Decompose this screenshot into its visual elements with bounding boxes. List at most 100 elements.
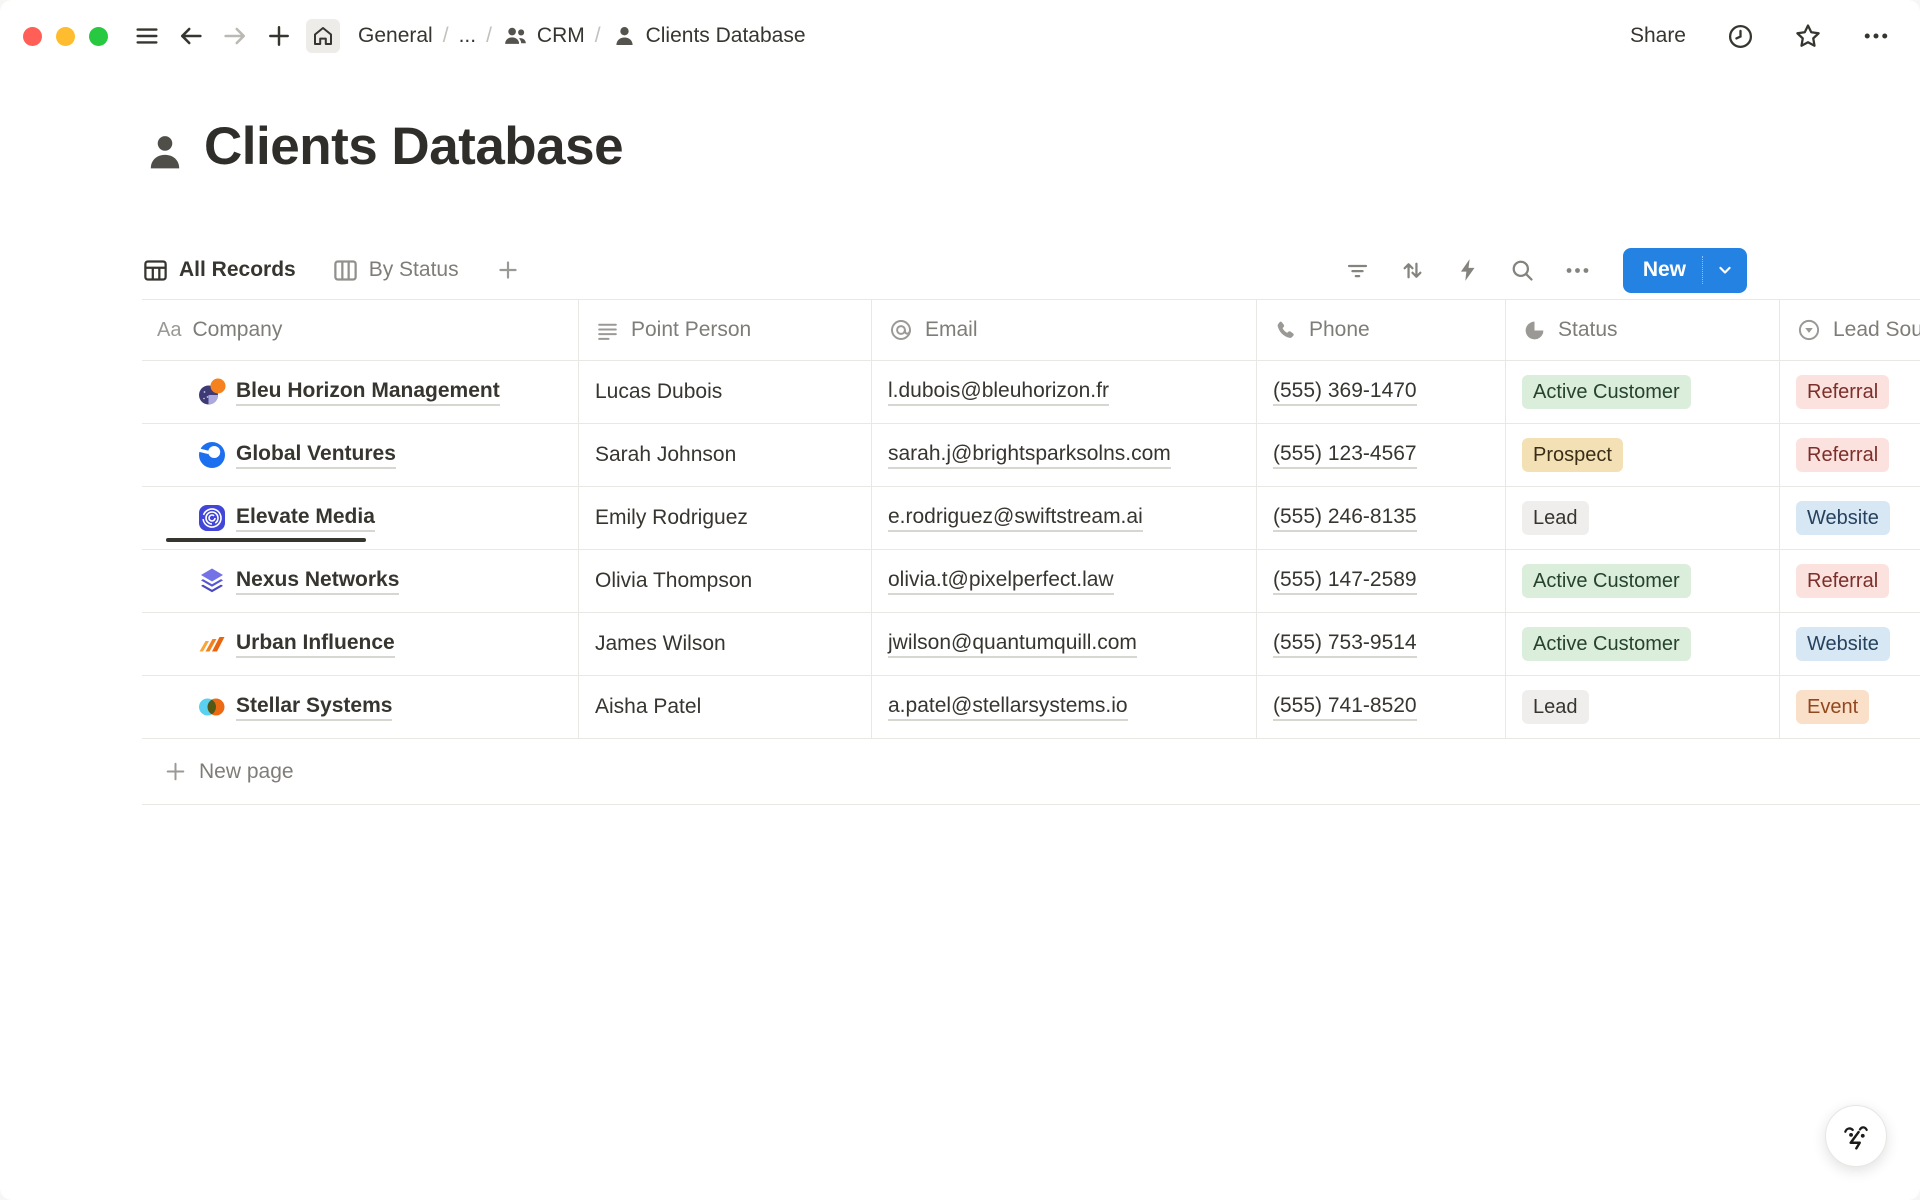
email-cell[interactable]: sarah.j@brightsparksolns.com	[872, 424, 1257, 486]
phone-cell[interactable]: (555) 246-8135	[1257, 487, 1506, 549]
company-cell[interactable]: Stellar Systems	[142, 676, 579, 738]
notion-ai-button[interactable]	[1825, 1105, 1887, 1167]
phone-link[interactable]: (555) 753-9514	[1273, 631, 1417, 658]
email-link[interactable]: jwilson@quantumquill.com	[888, 631, 1137, 658]
status-badge[interactable]: Active Customer	[1522, 564, 1691, 598]
email-link[interactable]: a.patel@stellarsystems.io	[888, 694, 1128, 721]
page-title[interactable]: Clients Database	[204, 118, 623, 176]
status-badge[interactable]: Active Customer	[1522, 627, 1691, 661]
company-name-link[interactable]: Bleu Horizon Management	[236, 379, 500, 406]
lead-source-cell[interactable]: Website	[1780, 613, 1920, 675]
home-button[interactable]	[306, 19, 340, 53]
company-name-link[interactable]: Urban Influence	[236, 631, 395, 658]
lead-source-badge[interactable]: Event	[1796, 690, 1869, 724]
company-cell[interactable]: Urban Influence	[142, 613, 579, 675]
phone-link[interactable]: (555) 123-4567	[1273, 442, 1417, 469]
company-cell[interactable]: Nexus Networks	[142, 550, 579, 612]
lead-source-badge[interactable]: Website	[1796, 627, 1890, 661]
email-link[interactable]: sarah.j@brightsparksolns.com	[888, 442, 1171, 469]
point-person-cell[interactable]: Sarah Johnson	[579, 424, 872, 486]
email-link[interactable]: l.dubois@bleuhorizon.fr	[888, 379, 1109, 406]
lead-source-badge[interactable]: Referral	[1796, 375, 1889, 409]
page-icon person-icon[interactable]	[142, 130, 188, 176]
lead-source-cell[interactable]: Referral	[1780, 550, 1920, 612]
phone-cell[interactable]: (555) 741-8520	[1257, 676, 1506, 738]
status-cell[interactable]: Active Customer	[1506, 613, 1780, 675]
email-link[interactable]: e.rodriguez@swiftstream.ai	[888, 505, 1143, 532]
column-header-status[interactable]: Status	[1506, 300, 1780, 360]
automations-button[interactable]	[1454, 256, 1482, 284]
email-cell[interactable]: a.patel@stellarsystems.io	[872, 676, 1257, 738]
table-row[interactable]: Global Ventures Sarah Johnson sarah.j@br…	[142, 424, 1920, 487]
lead-source-cell[interactable]: Website	[1780, 487, 1920, 549]
tab-all-records[interactable]: All Records	[142, 257, 296, 284]
company-cell[interactable]: Global Ventures	[142, 424, 579, 486]
back-button[interactable]	[174, 19, 208, 53]
status-badge[interactable]: Lead	[1522, 690, 1589, 724]
column-header-lead-source[interactable]: Lead Source	[1780, 300, 1920, 360]
email-link[interactable]: olivia.t@pixelperfect.law	[888, 568, 1114, 595]
phone-cell[interactable]: (555) 753-9514	[1257, 613, 1506, 675]
company-name-link[interactable]: Stellar Systems	[236, 694, 392, 721]
status-badge[interactable]: Prospect	[1522, 438, 1623, 472]
status-cell[interactable]: Prospect	[1506, 424, 1780, 486]
forward-button[interactable]	[218, 19, 252, 53]
new-button-dropdown[interactable]	[1702, 256, 1747, 284]
new-page-button[interactable]: New page	[142, 739, 1920, 805]
tab-by-status[interactable]: By Status	[332, 257, 459, 284]
minimize-window-button[interactable]	[56, 27, 75, 46]
share-button[interactable]: Share	[1630, 24, 1686, 48]
lead-source-cell[interactable]: Event	[1780, 676, 1920, 738]
status-badge[interactable]: Active Customer	[1522, 375, 1691, 409]
company-name-link[interactable]: Nexus Networks	[236, 568, 399, 595]
lead-source-cell[interactable]: Referral	[1780, 424, 1920, 486]
table-row[interactable]: Bleu Horizon Management Lucas Dubois l.d…	[142, 361, 1920, 424]
point-person-cell[interactable]: Olivia Thompson	[579, 550, 872, 612]
company-name-link[interactable]: Elevate Media	[236, 505, 375, 532]
column-header-phone[interactable]: Phone	[1257, 300, 1506, 360]
point-person-cell[interactable]: Aisha Patel	[579, 676, 872, 738]
more-options-button[interactable]	[1862, 22, 1890, 50]
table-row[interactable]: Nexus Networks Olivia Thompson olivia.t@…	[142, 550, 1920, 613]
search-button[interactable]	[1509, 256, 1537, 284]
phone-link[interactable]: (555) 147-2589	[1273, 568, 1417, 595]
zoom-window-button[interactable]	[89, 27, 108, 46]
lead-source-badge[interactable]: Referral	[1796, 564, 1889, 598]
email-cell[interactable]: jwilson@quantumquill.com	[872, 613, 1257, 675]
email-cell[interactable]: l.dubois@bleuhorizon.fr	[872, 361, 1257, 423]
column-header-email[interactable]: Email	[872, 300, 1257, 360]
view-more-button[interactable]	[1564, 256, 1592, 284]
column-header-company[interactable]: Aa Company	[142, 300, 579, 360]
add-view-button[interactable]	[495, 257, 521, 283]
email-cell[interactable]: e.rodriguez@swiftstream.ai	[872, 487, 1257, 549]
table-row[interactable]: Urban Influence James Wilson jwilson@qua…	[142, 613, 1920, 676]
phone-link[interactable]: (555) 246-8135	[1273, 505, 1417, 532]
column-header-point-person[interactable]: Point Person	[579, 300, 872, 360]
lead-source-badge[interactable]: Website	[1796, 501, 1890, 535]
filter-button[interactable]	[1344, 256, 1372, 284]
table-row[interactable]: Elevate Media Emily Rodriguez e.rodrigue…	[142, 487, 1920, 550]
table-row[interactable]: Stellar Systems Aisha Patel a.patel@stel…	[142, 676, 1920, 739]
new-tab-button[interactable]	[262, 19, 296, 53]
breadcrumb-ellipsis[interactable]: ...	[459, 24, 477, 48]
sidebar-toggle-button[interactable]	[130, 19, 164, 53]
phone-cell[interactable]: (555) 369-1470	[1257, 361, 1506, 423]
phone-cell[interactable]: (555) 147-2589	[1257, 550, 1506, 612]
breadcrumb-item-general[interactable]: General	[358, 24, 433, 48]
favorite-button[interactable]	[1794, 22, 1822, 50]
close-window-button[interactable]	[23, 27, 42, 46]
status-cell[interactable]: Lead	[1506, 487, 1780, 549]
status-cell[interactable]: Active Customer	[1506, 361, 1780, 423]
new-record-button[interactable]: New	[1623, 248, 1747, 293]
company-name-link[interactable]: Global Ventures	[236, 442, 396, 469]
lead-source-badge[interactable]: Referral	[1796, 438, 1889, 472]
phone-link[interactable]: (555) 369-1470	[1273, 379, 1417, 406]
point-person-cell[interactable]: James Wilson	[579, 613, 872, 675]
email-cell[interactable]: olivia.t@pixelperfect.law	[872, 550, 1257, 612]
status-cell[interactable]: Lead	[1506, 676, 1780, 738]
status-cell[interactable]: Active Customer	[1506, 550, 1780, 612]
sort-button[interactable]	[1399, 256, 1427, 284]
status-badge[interactable]: Lead	[1522, 501, 1589, 535]
phone-cell[interactable]: (555) 123-4567	[1257, 424, 1506, 486]
point-person-cell[interactable]: Lucas Dubois	[579, 361, 872, 423]
